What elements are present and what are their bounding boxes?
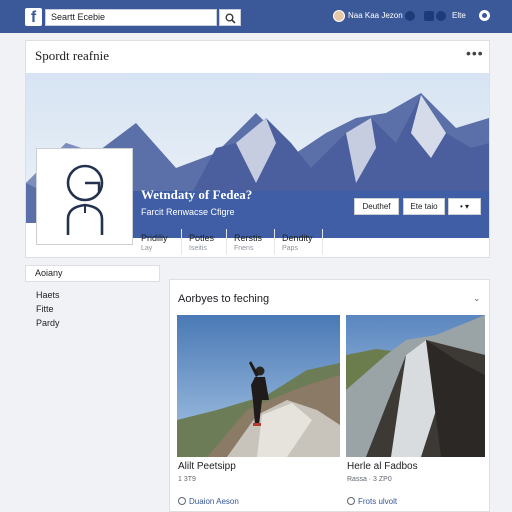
stat-item[interactable]: Dendity Paps bbox=[282, 233, 313, 252]
sidebar-item[interactable]: Fitte bbox=[36, 304, 54, 314]
post-photo[interactable] bbox=[177, 315, 340, 457]
page-title: Spordt reafnie bbox=[35, 48, 110, 63]
post-action-label: Duaion Aeson bbox=[189, 497, 239, 506]
top-bar: f Seartt Ecebie Naa Kaa Jezon Elte bbox=[0, 0, 512, 33]
post-photo[interactable] bbox=[346, 315, 485, 457]
sidebar-item[interactable]: Haets bbox=[36, 290, 60, 300]
profile-picture[interactable] bbox=[36, 148, 133, 245]
divider bbox=[226, 229, 227, 255]
post-action-label: Frots ulvolt bbox=[358, 497, 398, 506]
profile-subtitle: Farcit Renwacse Cfigre bbox=[141, 207, 235, 217]
globe-icon bbox=[347, 497, 355, 505]
stat-value: Paps bbox=[282, 245, 298, 252]
post-meta: 1 3T9 bbox=[178, 476, 196, 483]
profile-card: Spordt reafnie ••• Wetndaty of Fedea? Fa… bbox=[25, 40, 490, 258]
stat-label: Pridiliy bbox=[141, 233, 168, 243]
stat-label: Dendity bbox=[282, 233, 313, 243]
divider bbox=[181, 229, 182, 255]
account-menu-icon[interactable] bbox=[479, 10, 490, 21]
divider bbox=[322, 229, 323, 255]
hiker-on-rock-image bbox=[177, 315, 340, 457]
post-action-link[interactable]: Frots ulvolt bbox=[347, 497, 397, 506]
sidebar-item[interactable]: Pardy bbox=[36, 318, 60, 328]
feed-card: Aorbyes to feching ⌄ Alilt Peetsipp 1 3T… bbox=[169, 279, 490, 512]
search-icon bbox=[225, 13, 236, 24]
feed-title: Aorbyes to feching bbox=[178, 293, 270, 305]
user-avatar[interactable] bbox=[333, 10, 345, 22]
profile-name: Wetndaty of Fedea? bbox=[141, 187, 253, 202]
stat-label: Potles bbox=[189, 233, 215, 243]
post-action-link[interactable]: Duaion Aeson bbox=[178, 497, 239, 506]
sidebar-heading[interactable]: Aoiany bbox=[25, 265, 160, 282]
post-caption[interactable]: Alilt Peetsipp bbox=[178, 461, 236, 472]
profile-silhouette-icon bbox=[66, 164, 104, 235]
facebook-logo[interactable]: f bbox=[25, 8, 42, 26]
divider bbox=[274, 229, 275, 255]
post-meta: Rassa · 3 ZP0 bbox=[347, 476, 392, 483]
more-actions-button[interactable]: • ▾ bbox=[448, 198, 481, 215]
stat-value: Fnens bbox=[234, 245, 254, 252]
stat-item[interactable]: Pridiliy Lay bbox=[141, 233, 168, 252]
chevron-down-icon[interactable]: ⌄ bbox=[473, 293, 481, 304]
stat-label: Rerstis bbox=[234, 233, 263, 243]
post-caption[interactable]: Herle al Fadbos bbox=[347, 461, 418, 472]
notifications-icon[interactable] bbox=[436, 11, 446, 21]
messages-icon[interactable] bbox=[424, 11, 434, 21]
globe-icon bbox=[178, 497, 186, 505]
user-name-link[interactable]: Naa Kaa Jezon bbox=[348, 11, 403, 20]
mountain-ridge-image bbox=[346, 315, 485, 457]
stat-value: Lay bbox=[141, 245, 153, 252]
friends-icon[interactable] bbox=[405, 11, 415, 21]
stat-item[interactable]: Potles Iseitis bbox=[189, 233, 214, 252]
primary-action-button[interactable]: Deuthef bbox=[354, 198, 399, 215]
search-button[interactable] bbox=[219, 9, 241, 26]
stat-value: Iseitis bbox=[189, 245, 207, 252]
like-button[interactable]: Ete taio bbox=[403, 198, 445, 215]
more-options-icon[interactable]: ••• bbox=[466, 45, 484, 61]
help-link[interactable]: Elte bbox=[452, 11, 466, 20]
search-input[interactable]: Seartt Ecebie bbox=[45, 9, 217, 26]
stat-item[interactable]: Rerstis Fnens bbox=[234, 233, 262, 252]
